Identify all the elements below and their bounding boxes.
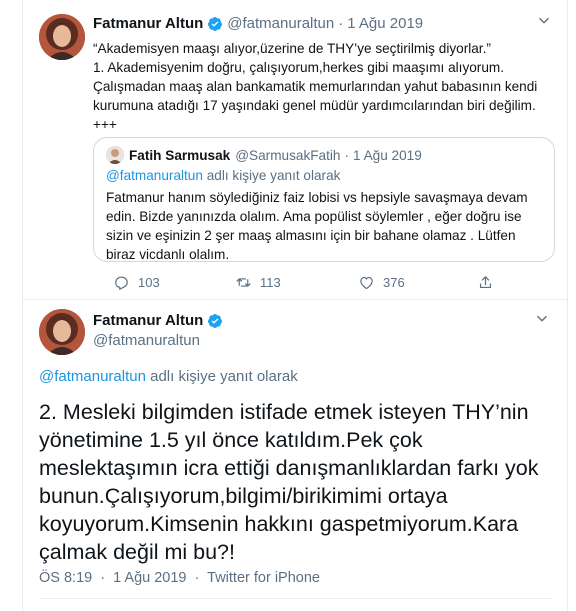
tweet-text: “Akademisyen maaşı alıyor,üzerine de THY… [93, 39, 553, 134]
quote-date: 1 Ağu 2019 [353, 147, 422, 163]
quote-author-name: Fatih Sarmusak [129, 147, 231, 163]
author-name[interactable]: Fatmanur Altun [93, 15, 203, 32]
tweet-source[interactable]: Twitter for iPhone [207, 570, 320, 586]
reply-suffix: adlı kişiye yanıt olarak [145, 368, 298, 385]
tweet-actions: 103 113 376 [93, 274, 553, 294]
chevron-down-icon[interactable] [537, 14, 551, 31]
reply-icon [115, 276, 128, 290]
author-handle[interactable]: @fatmanuraltun [93, 332, 200, 349]
timeline: Fatmanur Altun @fatmanuraltun · 1 Ağu 20… [22, 0, 569, 611]
author-name[interactable]: Fatmanur Altun [93, 312, 203, 329]
retweet-button[interactable]: 113 [235, 274, 281, 291]
verified-badge-icon [207, 16, 223, 32]
quote-text: Fatmanur hanım söylediğiniz faiz lobisi … [106, 190, 528, 262]
reply-suffix: adlı kişiye yanıt olarak [202, 168, 341, 183]
reply-count: 103 [138, 275, 160, 290]
reply-mention[interactable]: @fatmanuraltun [39, 368, 146, 385]
like-button[interactable]: 376 [358, 274, 405, 291]
chevron-down-icon[interactable] [535, 312, 549, 329]
tweet-time[interactable]: ÖS 8:19 [39, 570, 92, 586]
separator: · [344, 147, 349, 163]
avatar[interactable] [39, 14, 85, 60]
reply-context: @fatmanuraltun adlı kişiye yanıt olarak [39, 368, 298, 385]
quote-author-handle: @SarmusakFatih [235, 147, 341, 163]
tweet-line: +++ [93, 117, 117, 132]
tweet-text: 2. Mesleki bilgimden istifade etmek iste… [39, 400, 539, 564]
quote-avatar [106, 146, 124, 164]
tweet[interactable]: Fatmanur Altun @fatmanuraltun · 1 Ağu 20… [23, 0, 569, 300]
tweet-date[interactable]: 1 Ağu 2019 [347, 15, 423, 32]
reply-mention: @fatmanuraltun [106, 168, 203, 183]
author-handle[interactable]: @fatmanuraltun [227, 15, 334, 32]
retweet-count: 113 [260, 275, 281, 290]
separator: · [338, 15, 344, 32]
share-button[interactable] [477, 274, 502, 291]
tweet-footer: ÖS 8:19 · 1 Ağu 2019 · Twitter for iPhon… [39, 570, 320, 586]
verified-badge-icon [207, 313, 223, 329]
reply-button[interactable]: 103 [113, 274, 160, 291]
tweet-date[interactable]: 1 Ağu 2019 [113, 570, 186, 586]
quoted-tweet[interactable]: Fatih Sarmusak @SarmusakFatih · 1 Ağu 20… [93, 137, 555, 262]
tweet-line: 1. Akademisyenim doğru, çalışıyorum,herk… [93, 60, 538, 113]
quote-reply-context: @fatmanuraltun adlı kişiye yanıt olarak [106, 168, 340, 183]
share-icon [479, 276, 492, 289]
separator: · [194, 570, 200, 586]
like-count: 376 [383, 275, 405, 290]
divider [39, 598, 553, 599]
retweet-icon [236, 278, 251, 287]
heart-icon [360, 276, 373, 290]
tweet-line: “Akademisyen maaşı alıyor,üzerine de THY… [93, 41, 491, 56]
separator: · [100, 570, 106, 586]
avatar[interactable] [39, 309, 85, 355]
